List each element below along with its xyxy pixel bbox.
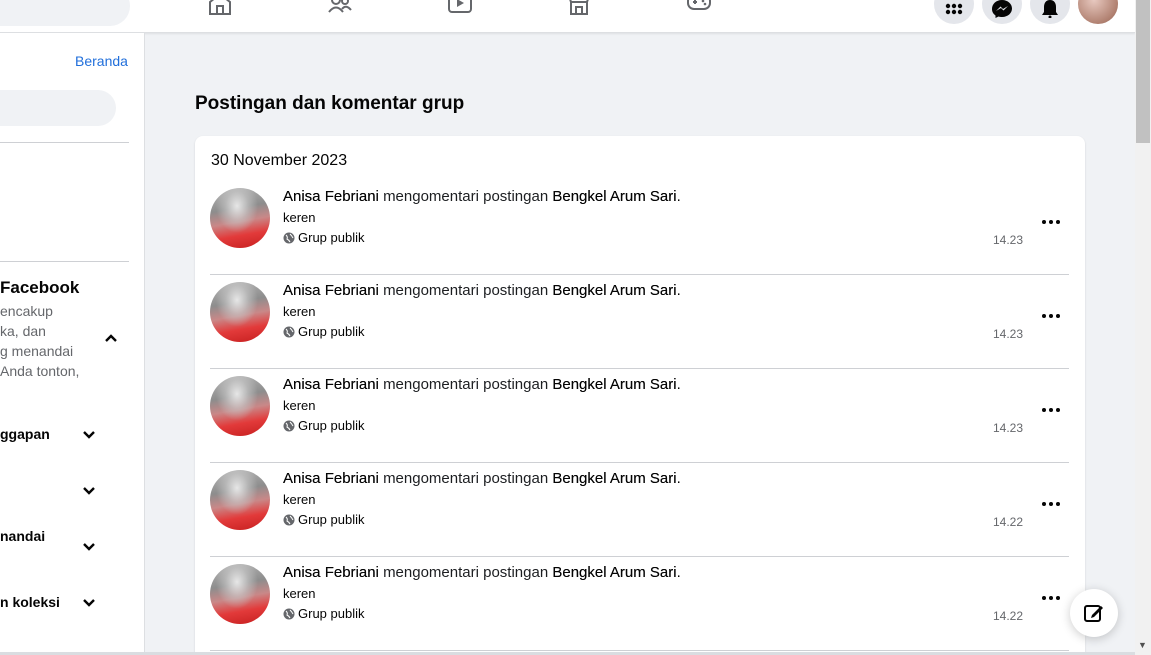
actor-name[interactable]: Anisa Febriani [283,188,379,205]
timestamp: 14.22 [993,609,1024,623]
activity-row[interactable]: Anisa Febriani mengomentari postingan Be… [210,181,1069,275]
divider [0,261,129,262]
more-options-icon[interactable] [1036,308,1066,324]
friends-icon[interactable] [327,0,353,16]
more-options-icon[interactable] [1036,590,1066,606]
activity-row[interactable]: Anisa Febriani mengomentari postingan Be… [210,275,1069,369]
group-thumbnail[interactable] [210,470,270,530]
sidebar-search-input[interactable] [0,90,116,126]
menu-grid-icon[interactable] [934,0,974,24]
comment-text: keren [283,586,316,601]
actor-name[interactable]: Anisa Febriani [283,282,379,299]
comment-text: keren [283,304,316,319]
activity-text: Anisa Febriani mengomentari postingan Be… [283,564,681,581]
divider [0,142,129,143]
compose-button[interactable] [1070,589,1118,637]
section-title: Facebook [0,278,80,297]
group-thumbnail[interactable] [210,376,270,436]
chevron-up-icon[interactable] [103,330,119,346]
privacy-label: Grup publik [283,230,364,245]
scroll-down-arrow[interactable]: ▼ [1138,640,1147,650]
actor-name[interactable]: Anisa Febriani [283,376,379,393]
chevron-down-icon[interactable] [81,427,97,443]
section-description: encakup ka, dan g menandai Anda tonton, [0,303,80,379]
chevron-down-icon[interactable] [81,595,97,611]
sidebar-item-collections[interactable]: n koleksi [0,594,60,610]
globe-icon [283,326,295,337]
target-name[interactable]: Bengkel Arum Sari [552,282,676,299]
timestamp: 14.23 [993,327,1024,341]
timestamp: 14.22 [993,515,1024,529]
sidebar-item-tagged[interactable]: nandai [0,528,45,544]
target-name[interactable]: Bengkel Arum Sari [552,564,676,581]
gaming-icon[interactable] [686,0,712,16]
comment-text: keren [283,210,316,225]
target-name[interactable]: Bengkel Arum Sari [552,188,676,205]
sidebar-item-responses[interactable]: ggapan [0,426,50,442]
group-thumbnail[interactable] [210,282,270,342]
activity-row[interactable]: Anisa Febriani mengomentari postingan Be… [210,463,1069,557]
date-header: 30 November 2023 [211,152,348,169]
messenger-icon[interactable] [982,0,1022,24]
chevron-down-icon[interactable] [81,539,97,555]
more-options-icon[interactable] [1036,496,1066,512]
activity-verb: mengomentari postingan [383,188,549,205]
marketplace-icon[interactable] [566,0,592,16]
activity-card: 30 November 2023 Anisa Febriani mengomen… [195,136,1085,655]
target-name[interactable]: Bengkel Arum Sari [552,376,676,393]
privacy-label: Grup publik [283,512,364,527]
top-navbar [0,0,1135,33]
timestamp: 14.23 [993,233,1024,247]
notifications-icon[interactable] [1030,0,1070,24]
activity-verb: mengomentari postingan [383,470,549,487]
globe-icon [283,608,295,619]
activity-text: Anisa Febriani mengomentari postingan Be… [283,188,681,205]
privacy-label: Grup publik [283,606,364,621]
watch-icon[interactable] [447,0,473,16]
group-thumbnail[interactable] [210,564,270,624]
home-link[interactable]: Beranda [75,53,128,69]
activity-verb: mengomentari postingan [383,376,549,393]
activity-text: Anisa Febriani mengomentari postingan Be… [283,282,681,299]
actor-name[interactable]: Anisa Febriani [283,564,379,581]
group-thumbnail[interactable] [210,188,270,248]
more-options-icon[interactable] [1036,214,1066,230]
page-title: Postingan dan komentar grup [195,93,465,114]
globe-icon [283,232,295,243]
activity-verb: mengomentari postingan [383,282,549,299]
comment-text: keren [283,492,316,507]
home-icon[interactable] [207,0,233,16]
privacy-label: Grup publik [283,324,364,339]
privacy-label: Grup publik [283,418,364,433]
chevron-down-icon[interactable] [81,483,97,499]
account-avatar[interactable] [1078,0,1118,24]
scrollbar-thumb[interactable] [1136,0,1150,143]
more-options-icon[interactable] [1036,402,1066,418]
activity-text: Anisa Febriani mengomentari postingan Be… [283,376,681,393]
globe-icon [283,420,295,431]
globe-icon [283,514,295,525]
activity-text: Anisa Febriani mengomentari postingan Be… [283,470,681,487]
comment-text: keren [283,398,316,413]
timestamp: 14.23 [993,421,1024,435]
activity-row[interactable]: Anisa Febriani mengomentari postingan Be… [210,369,1069,463]
actor-name[interactable]: Anisa Febriani [283,470,379,487]
compose-icon [1084,605,1103,622]
target-name[interactable]: Bengkel Arum Sari [552,470,676,487]
activity-verb: mengomentari postingan [383,564,549,581]
search-input[interactable] [0,0,130,26]
left-sidebar: Beranda Facebook encakup ka, dan g menan… [0,33,145,655]
activity-row[interactable]: Anisa Febriani mengomentari postingan Be… [210,557,1069,651]
